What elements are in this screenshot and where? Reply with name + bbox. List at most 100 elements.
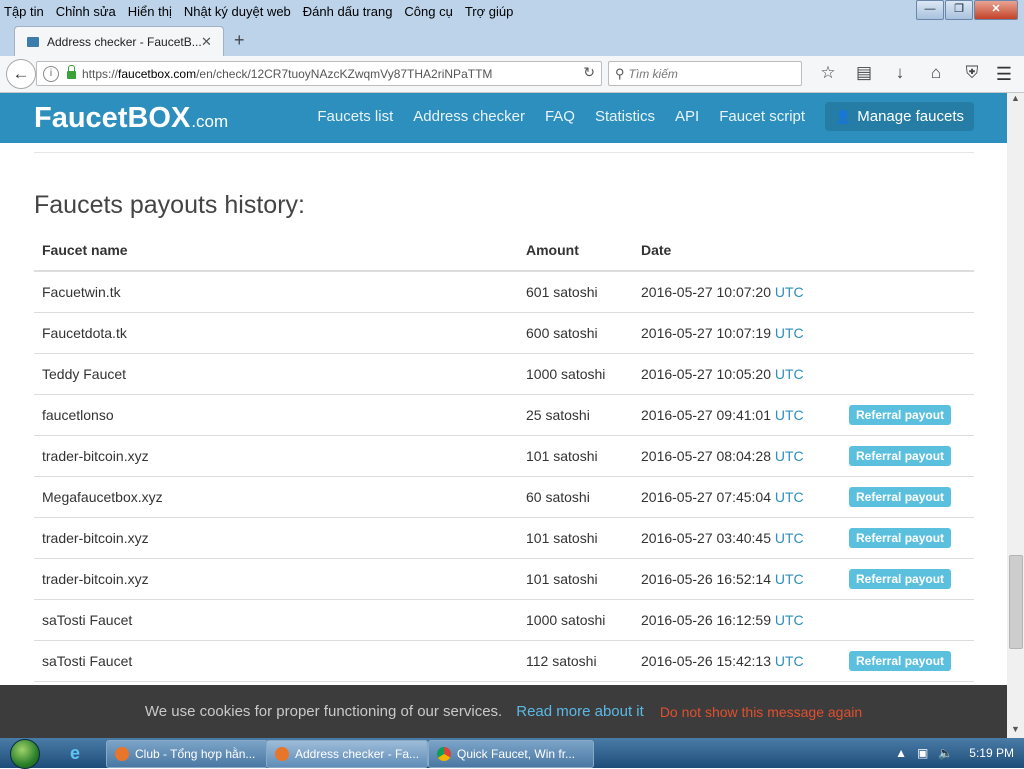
- timezone-label: UTC: [774, 366, 804, 382]
- scroll-up-icon[interactable]: ▲: [1007, 93, 1024, 107]
- reading-list-icon[interactable]: ▤: [846, 63, 882, 83]
- cookie-read-more-link[interactable]: Read more about it: [516, 703, 644, 720]
- menu-item[interactable]: Chỉnh sửa: [56, 4, 116, 19]
- payout-date: 2016-05-27 10:05:20 UTC: [633, 353, 841, 395]
- faucet-name: Teddy Faucet: [34, 353, 518, 395]
- divider: [34, 152, 974, 153]
- faucet-name: saTosti Faucet: [34, 599, 518, 641]
- menu-item[interactable]: Trợ giúp: [465, 4, 514, 19]
- close-window-button[interactable]: ✕: [974, 0, 1018, 20]
- search-box[interactable]: ⚲ Tìm kiếm: [608, 61, 802, 86]
- back-button[interactable]: ←: [6, 59, 36, 89]
- site-logo[interactable]: FaucetBOX.com: [34, 102, 228, 135]
- taskbar-button-club[interactable]: Club - Tổng hợp hằn...: [106, 740, 268, 768]
- payout-amount: 101 satoshi: [518, 435, 633, 477]
- badge-cell: Referral payout: [841, 476, 974, 518]
- menu-item[interactable]: Nhật ký duyệt web: [184, 4, 291, 19]
- payout-amount: 112 satoshi: [518, 640, 633, 682]
- user-icon: 👤: [835, 109, 852, 124]
- menu-item[interactable]: Công cụ: [404, 4, 452, 19]
- nav-link[interactable]: FAQ: [545, 108, 575, 125]
- payout-date: 2016-05-27 08:04:28 UTC: [633, 435, 841, 477]
- windows-logo-icon: [10, 739, 40, 769]
- payout-amount: 600 satoshi: [518, 312, 633, 354]
- menu-item[interactable]: Hiển thị: [128, 4, 172, 19]
- firefox-icon: [115, 747, 129, 761]
- window-controls: — ❐ ✕: [915, 0, 1018, 20]
- internet-explorer-icon[interactable]: e: [70, 743, 92, 764]
- clock[interactable]: 5:19 PM: [969, 746, 1014, 760]
- timezone-label: UTC: [774, 407, 804, 423]
- cookie-dismiss-link[interactable]: Do not show this message again: [660, 704, 862, 720]
- new-tab-icon[interactable]: +: [234, 30, 245, 51]
- menu-item[interactable]: Đánh dấu trang: [303, 4, 393, 19]
- url-text[interactable]: https://faucetbox.com/en/check/12CR7tuoy…: [82, 67, 492, 81]
- logo-main: FaucetBOX: [34, 102, 191, 134]
- info-icon[interactable]: i: [43, 65, 59, 82]
- home-icon[interactable]: ⌂: [918, 63, 954, 83]
- menu-bar: Tập tin Chỉnh sửa Hiển thị Nhật ký duyệt we…: [0, 0, 1024, 22]
- table-row: faucetlonso 25 satoshi 2016-05-27 09:41:01…: [34, 394, 974, 436]
- faucet-name: faucetlonso: [34, 394, 518, 436]
- start-button[interactable]: [4, 738, 44, 769]
- network-icon[interactable]: ▣: [917, 746, 928, 760]
- column-header: Date: [633, 230, 841, 272]
- bookmark-star-icon[interactable]: ☆: [810, 63, 846, 83]
- menu-icon[interactable]: ☰: [996, 64, 1012, 85]
- url-prefix: https://: [82, 66, 119, 81]
- nav-link[interactable]: Address checker: [413, 108, 525, 125]
- date-value: 2016-05-27 09:41:01: [641, 407, 771, 423]
- restore-button[interactable]: ❐: [945, 0, 973, 20]
- url-bar[interactable]: i https://faucetbox.com/en/check/12CR7tu…: [36, 61, 602, 86]
- site-favicon-icon: [27, 37, 39, 47]
- nav-link[interactable]: Faucet script: [719, 108, 805, 125]
- toolbar-icons: ☆ ▤ ↓ ⌂ ⛨: [810, 63, 990, 83]
- payout-date: 2016-05-26 15:42:13 UTC: [633, 640, 841, 682]
- badge-cell: Referral payout: [841, 640, 974, 682]
- payout-amount: 1000 satoshi: [518, 599, 633, 641]
- table-body: Facuetwin.tk 601 satoshi 2016-05-27 10:07:…: [34, 271, 974, 682]
- close-tab-icon[interactable]: ✕: [201, 34, 215, 50]
- reload-icon[interactable]: ↻: [583, 64, 595, 81]
- badge-cell: Referral payout: [841, 558, 974, 600]
- payout-amount: 1000 satoshi: [518, 353, 633, 395]
- taskbar-label: Quick Faucet, Win fr...: [457, 747, 576, 761]
- referral-badge: Referral payout: [849, 528, 952, 548]
- navigation-toolbar: ← i https://faucetbox.com/en/check/12CR7…: [0, 56, 1024, 93]
- scroll-thumb[interactable]: [1009, 555, 1023, 649]
- payout-date: 2016-05-27 10:07:19 UTC: [633, 312, 841, 354]
- taskbar-button-address-checker[interactable]: Address checker - Fa...: [266, 740, 428, 768]
- menu-item[interactable]: Tập tin: [4, 4, 44, 19]
- payout-date: 2016-05-27 09:41:01 UTC: [633, 394, 841, 436]
- scroll-down-icon[interactable]: ▼: [1007, 724, 1024, 738]
- chrome-icon: [437, 747, 451, 761]
- timezone-label: UTC: [774, 653, 804, 669]
- site-nav: Faucets list Address checker FAQ Statistics…: [297, 102, 974, 131]
- minimize-button[interactable]: —: [916, 0, 944, 20]
- manage-faucets-button[interactable]: 👤 Manage faucets: [825, 102, 974, 131]
- payout-amount: 101 satoshi: [518, 558, 633, 600]
- date-value: 2016-05-27 10:07:20: [641, 284, 771, 300]
- payouts-table: Faucet name Amount Date Facuetwin.tk 601 …: [34, 230, 974, 682]
- timezone-label: UTC: [774, 448, 804, 464]
- vertical-scrollbar[interactable]: ▲ ▼: [1007, 93, 1024, 738]
- referral-badge: Referral payout: [849, 487, 952, 507]
- nav-link[interactable]: Statistics: [595, 108, 655, 125]
- search-icon: ⚲: [615, 65, 625, 81]
- column-header: Faucet name: [34, 230, 518, 272]
- table-row: Teddy Faucet 1000 satoshi 2016-05-27 10:05…: [34, 353, 974, 395]
- payout-amount: 60 satoshi: [518, 476, 633, 518]
- download-icon[interactable]: ↓: [882, 63, 918, 83]
- timezone-label: UTC: [774, 612, 804, 628]
- nav-link[interactable]: API: [675, 108, 699, 125]
- volume-icon[interactable]: 🔈: [938, 746, 953, 760]
- table-row: Facuetwin.tk 601 satoshi 2016-05-27 10:07:…: [34, 271, 974, 313]
- taskbar-button-quick-faucet[interactable]: Quick Faucet, Win fr...: [428, 740, 594, 768]
- column-header-badge: [841, 230, 974, 272]
- shield-icon[interactable]: ⛨: [954, 63, 990, 83]
- nav-link[interactable]: Faucets list: [317, 108, 393, 125]
- badge-cell: Referral payout: [841, 394, 974, 436]
- tab-address-checker[interactable]: Address checker - FaucetB... ✕: [14, 26, 224, 57]
- tray-arrow-icon[interactable]: ▲: [895, 746, 907, 760]
- badge-cell: Referral payout: [841, 517, 974, 559]
